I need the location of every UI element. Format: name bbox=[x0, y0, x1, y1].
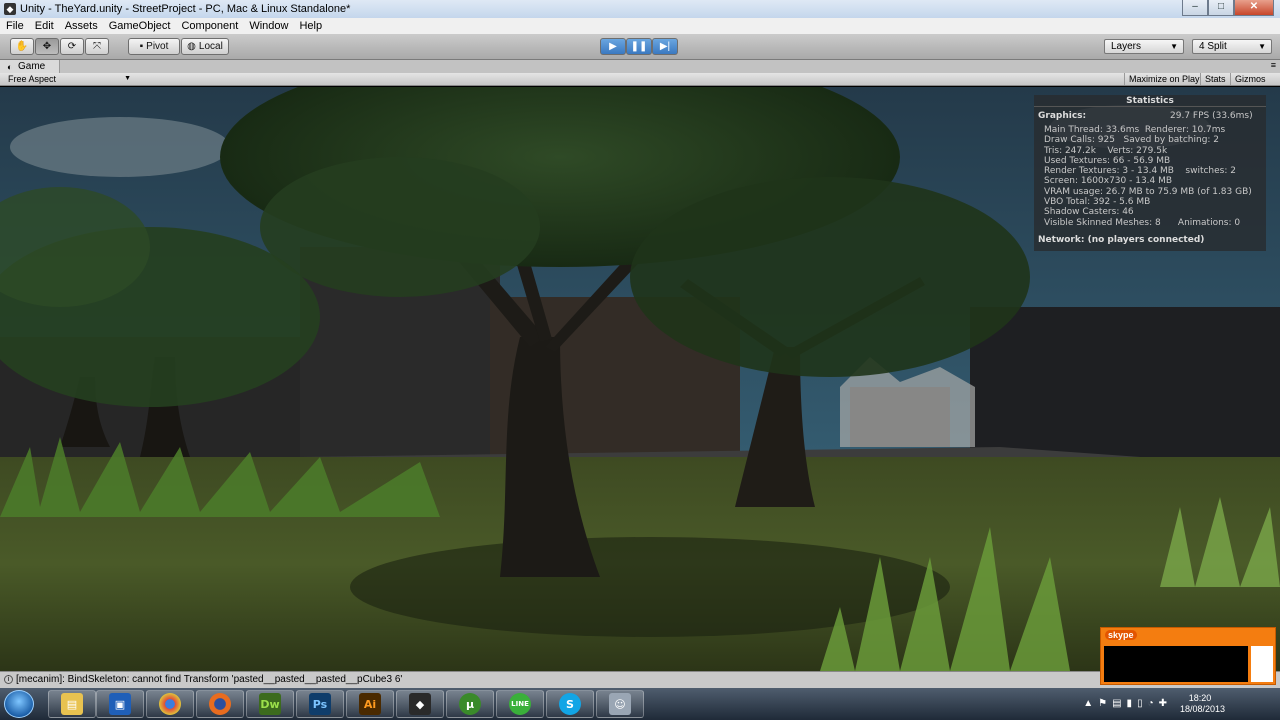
tray-icons[interactable]: ▲⚑▤▮▯◔✚ bbox=[1083, 698, 1172, 709]
menu-window[interactable]: Window bbox=[243, 20, 293, 32]
skype-popup[interactable]: skype bbox=[1100, 627, 1276, 685]
unity-icon: ◆ bbox=[409, 693, 431, 715]
pivot-label: Pivot bbox=[146, 41, 169, 52]
unity-logo-icon: ◆ bbox=[4, 3, 16, 15]
folder-icon: ▤ bbox=[61, 693, 83, 715]
menu-edit[interactable]: Edit bbox=[29, 20, 59, 32]
title-bar: ◆ Unity - TheYard.unity - StreetProject … bbox=[0, 0, 1280, 18]
minimize-button[interactable]: – bbox=[1182, 0, 1208, 16]
aspect-label: Free Aspect bbox=[8, 74, 57, 84]
app-icon: ▣ bbox=[109, 693, 131, 715]
panel-tab-bar: ◐ Game ≡ bbox=[0, 60, 1280, 74]
taskbar-skype[interactable]: S bbox=[546, 690, 594, 718]
scale-icon: ⤧ bbox=[93, 41, 101, 52]
pause-button[interactable]: ❚❚ bbox=[626, 38, 652, 55]
menu-gameobject[interactable]: GameObject bbox=[103, 20, 176, 32]
illustrator-icon: Ai bbox=[359, 693, 381, 715]
close-button[interactable]: ✕ bbox=[1234, 0, 1274, 16]
chevron-down-icon: ▼ bbox=[124, 75, 131, 82]
taskbar-chrome[interactable] bbox=[146, 690, 194, 718]
fps-value: 29.7 FPS (33.6ms) bbox=[1170, 111, 1253, 121]
rotate-icon: ⟳ bbox=[67, 41, 77, 52]
layout-dropdown[interactable]: 4 Split ▼ bbox=[1192, 39, 1272, 54]
photoshop-icon: Ps bbox=[309, 693, 331, 715]
local-icon: ◍ bbox=[187, 41, 196, 52]
skype-logo: skype bbox=[1105, 630, 1137, 640]
menu-assets[interactable]: Assets bbox=[59, 20, 103, 32]
finder-icon: ☺ bbox=[609, 693, 631, 715]
tab-game[interactable]: ◐ Game bbox=[0, 60, 60, 74]
statistics-panel: Statistics Graphics: 29.7 FPS (33.6ms) M… bbox=[1034, 95, 1266, 251]
aspect-dropdown[interactable]: Free Aspect ▼ bbox=[4, 73, 134, 85]
chevron-down-icon: ▼ bbox=[1258, 42, 1266, 51]
window-controls: – □ ✕ bbox=[1182, 0, 1274, 16]
pivot-icon: ▪ bbox=[139, 41, 144, 52]
hand-icon: ✋ bbox=[15, 41, 29, 52]
taskbar-explorer[interactable]: ▤ bbox=[48, 690, 96, 718]
play-icon: ▶ bbox=[609, 41, 617, 52]
maximize-on-play-toggle[interactable]: Maximize on Play bbox=[1124, 73, 1204, 85]
firefox-icon bbox=[209, 693, 231, 715]
taskbar-finder[interactable]: ☺ bbox=[596, 690, 644, 718]
skype-side-panel bbox=[1251, 646, 1273, 682]
taskbar-firefox[interactable] bbox=[196, 690, 244, 718]
console-message: [mecanim]: BindSkeleton: cannot find Tra… bbox=[16, 674, 403, 685]
gizmos-toggle[interactable]: Gizmos bbox=[1230, 73, 1270, 85]
chrome-icon bbox=[159, 693, 181, 715]
console-status-bar[interactable]: i [mecanim]: BindSkeleton: cannot find T… bbox=[0, 671, 1280, 688]
network-status: Network: (no players connected) bbox=[1038, 235, 1205, 245]
utorrent-icon: µ bbox=[459, 693, 481, 715]
taskbar-dreamweaver[interactable]: Dw bbox=[246, 690, 294, 718]
line-icon: LINE bbox=[509, 693, 531, 715]
chevron-down-icon: ▼ bbox=[1170, 42, 1178, 51]
step-button[interactable]: ▶| bbox=[652, 38, 678, 55]
graphics-label: Graphics: bbox=[1038, 111, 1087, 121]
clock-date: 18/08/2013 bbox=[1180, 704, 1226, 714]
maximize-button[interactable]: □ bbox=[1208, 0, 1234, 16]
taskbar-utorrent[interactable]: µ bbox=[446, 690, 494, 718]
layers-dropdown[interactable]: Layers ▼ bbox=[1104, 39, 1184, 54]
local-toggle[interactable]: ◍ Local bbox=[181, 38, 229, 55]
taskbar: ▤ ▣ Dw Ps Ai ◆ µ LINE S ☺ ▲⚑▤▮▯◔✚ 18:20 … bbox=[0, 688, 1280, 720]
dreamweaver-icon: Dw bbox=[259, 693, 281, 715]
step-icon: ▶| bbox=[659, 41, 671, 52]
scale-tool-button[interactable]: ⤧ bbox=[85, 38, 109, 55]
move-icon: ✥ bbox=[42, 41, 52, 52]
toolbar: ✋ ✥ ⟳ ⤧ ▪ Pivot ◍ Local ▶ ❚❚ ▶| Layers ▼ 4 … bbox=[0, 34, 1280, 60]
local-label: Local bbox=[198, 41, 223, 52]
menu-file[interactable]: File bbox=[0, 20, 29, 32]
rotate-tool-button[interactable]: ⟳ bbox=[60, 38, 84, 55]
panel-menu-icon[interactable]: ≡ bbox=[1271, 60, 1276, 70]
statistics-lines: Main Thread: 33.6ms Renderer: 10.7ms Dra… bbox=[1044, 125, 1252, 228]
skype-icon: S bbox=[559, 693, 581, 715]
menu-component[interactable]: Component bbox=[175, 20, 243, 32]
taskbar-unity[interactable]: ◆ bbox=[396, 690, 444, 718]
menu-help[interactable]: Help bbox=[293, 20, 327, 32]
menu-bar: File Edit Assets GameObject Component Wi… bbox=[0, 18, 1280, 34]
clock-time: 18:20 bbox=[1188, 693, 1212, 703]
taskbar-app-blue[interactable]: ▣ bbox=[96, 690, 144, 718]
play-button[interactable]: ▶ bbox=[600, 38, 626, 55]
taskbar-line[interactable]: LINE bbox=[496, 690, 544, 718]
stats-toggle[interactable]: Stats bbox=[1200, 73, 1230, 85]
taskbar-photoshop[interactable]: Ps bbox=[296, 690, 344, 718]
move-tool-button[interactable]: ✥ bbox=[35, 38, 59, 55]
skype-video-area bbox=[1104, 646, 1248, 682]
layout-label: 4 Split bbox=[1199, 41, 1227, 52]
pivot-toggle[interactable]: ▪ Pivot bbox=[128, 38, 180, 55]
pause-icon: ❚❚ bbox=[630, 41, 648, 52]
hand-tool-button[interactable]: ✋ bbox=[10, 38, 34, 55]
info-icon: i bbox=[4, 675, 13, 684]
start-button[interactable] bbox=[4, 690, 34, 718]
statistics-title: Statistics bbox=[1034, 95, 1266, 107]
window-title: Unity - TheYard.unity - StreetProject - … bbox=[20, 3, 351, 15]
clock[interactable]: 18:20 18/08/2013 bbox=[1180, 693, 1226, 715]
taskbar-illustrator[interactable]: Ai bbox=[346, 690, 394, 718]
tab-game-label: Game bbox=[18, 61, 46, 72]
game-view-toolbar: Free Aspect ▼ Maximize on Play Stats Gizm… bbox=[0, 73, 1280, 86]
layers-label: Layers bbox=[1111, 41, 1142, 52]
